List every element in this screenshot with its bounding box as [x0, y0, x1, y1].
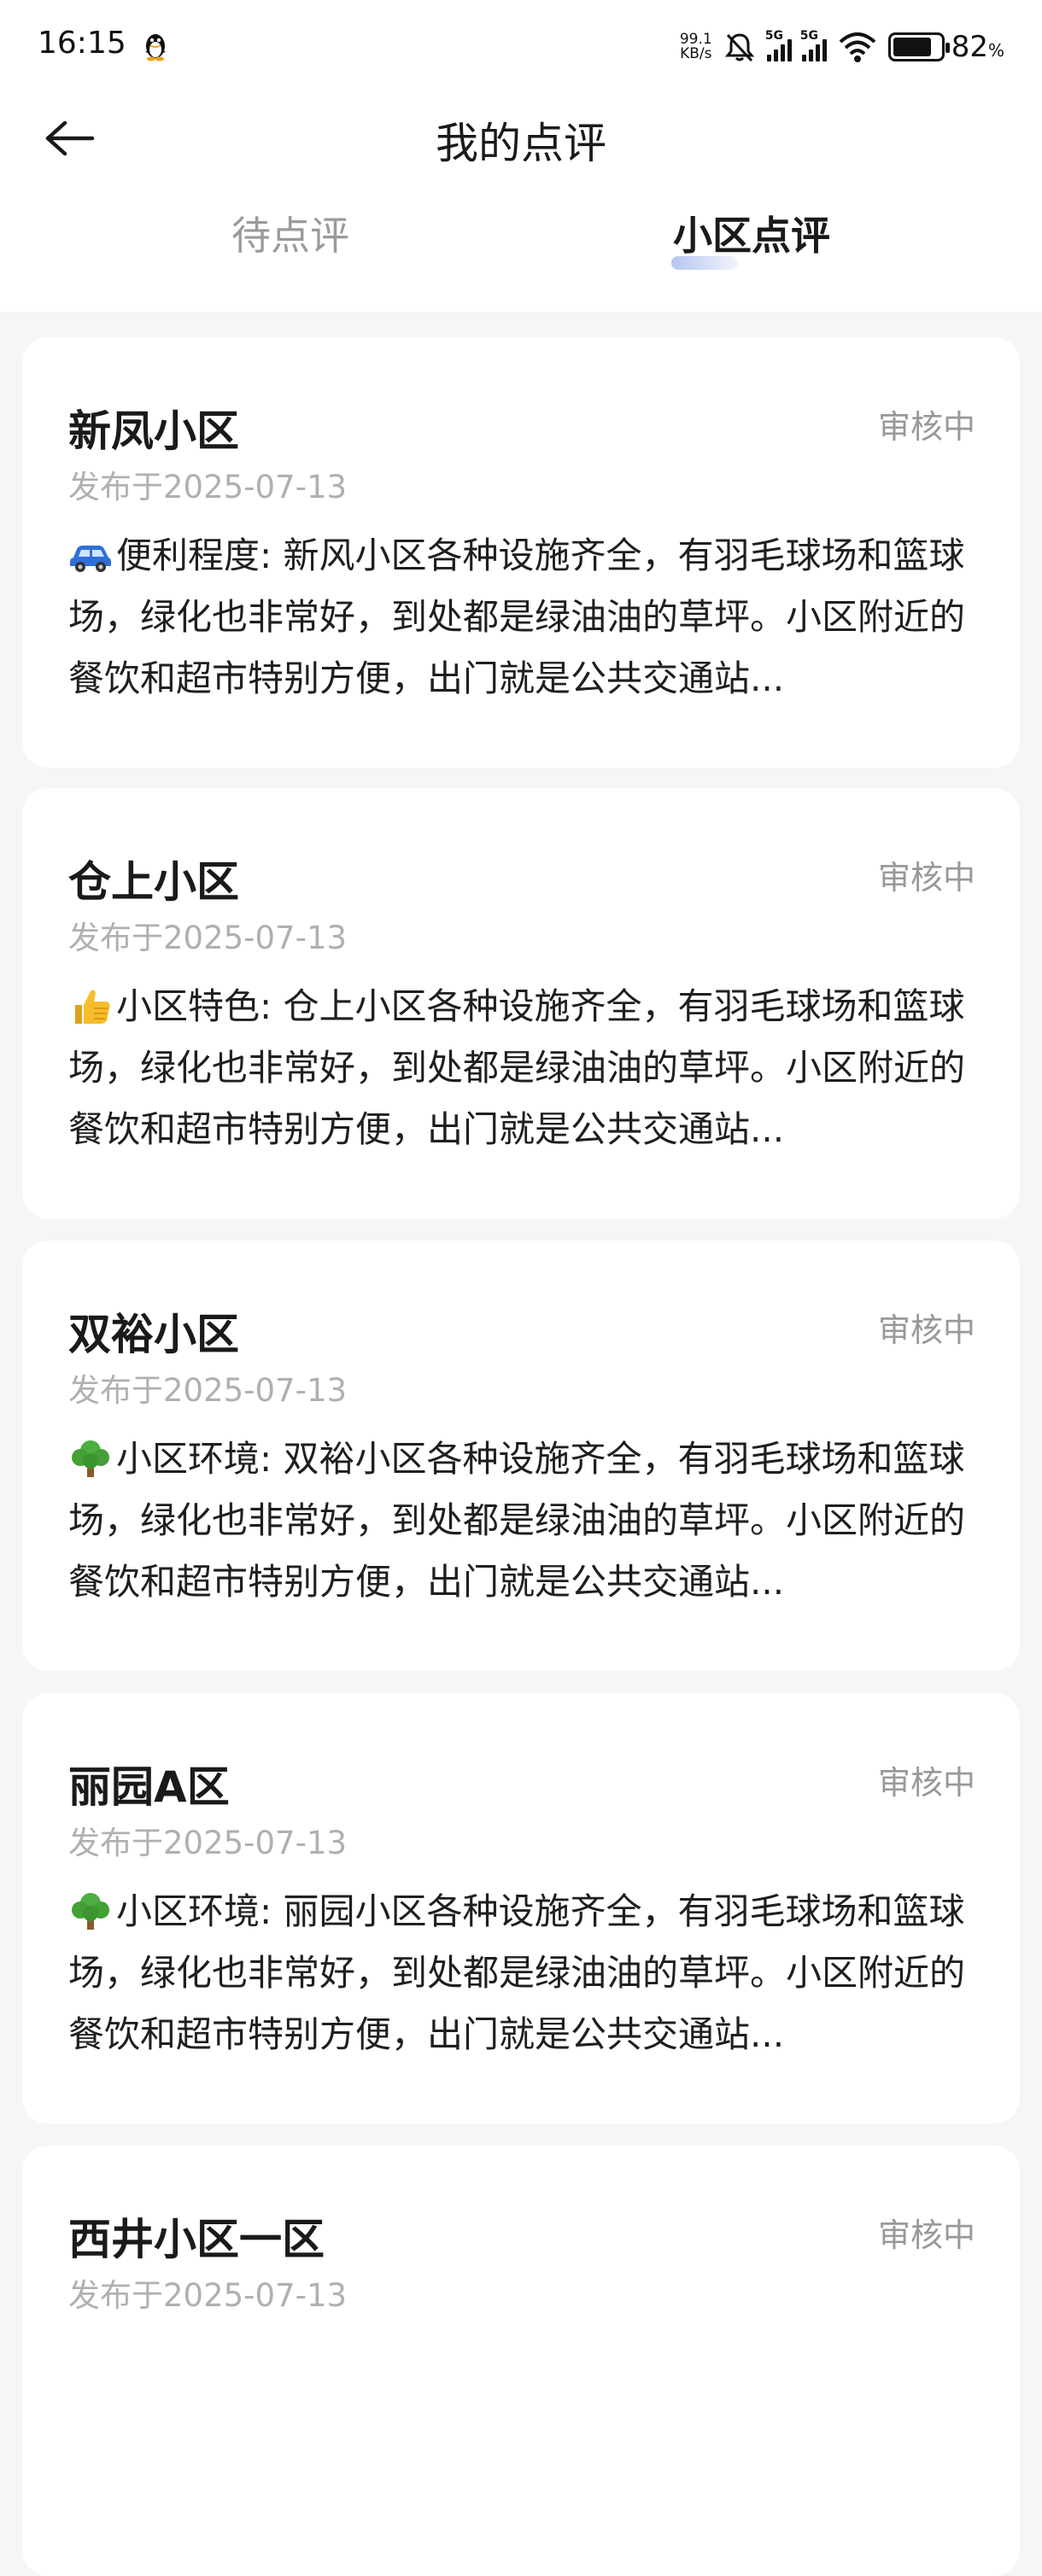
tree-icon [72, 1440, 109, 1477]
review-status: 审核中 [877, 408, 975, 446]
bell-muted-icon [724, 33, 754, 62]
review-card[interactable]: 西井小区一区 审核中 发布于2025-07-13 [22, 2146, 1020, 2576]
signal2-label: 5G [799, 29, 818, 43]
review-status: 审核中 [877, 2217, 975, 2254]
review-text: 小区环境: 双裕小区各种设施齐全，有羽毛球场和篮球场，绿化也非常好，到处都是绿油… [68, 1438, 966, 1603]
review-text: 小区特色: 仓上小区各种设施齐全，有羽毛球场和篮球场，绿化也非常好，到处都是绿油… [68, 985, 966, 1150]
review-status: 审核中 [877, 1764, 975, 1802]
review-text: 小区环境: 丽园小区各种设施齐全，有羽毛球场和篮球场，绿化也非常好，到处都是绿油… [68, 1890, 966, 2055]
qq-penguin-icon [145, 34, 166, 61]
review-status: 审核中 [877, 1311, 975, 1349]
review-card[interactable]: 丽园A区 审核中 发布于2025-07-13 小区环境: 丽园小区各种设施齐全，… [22, 1693, 1020, 2123]
battery-icon [887, 32, 950, 61]
status-icons: 99.1 KB/s 5G 5G 82% [680, 26, 1004, 68]
navigation-bar: 我的点评 [0, 94, 1042, 179]
publish-date: 发布于2025-07-13 [68, 469, 348, 505]
publish-date: 发布于2025-07-13 [68, 920, 348, 956]
community-name: 双裕小区 [68, 1310, 239, 1359]
community-name: 仓上小区 [68, 857, 239, 907]
review-text: 便利程度: 新风小区各种设施齐全，有羽毛球场和篮球场，绿化也非常好，到处都是绿油… [68, 534, 966, 699]
network-speed: 99.1 KB/s [680, 32, 712, 61]
thumbs-up-icon [75, 990, 110, 1024]
battery-fill [893, 38, 931, 56]
battery-percent: 82% [951, 30, 1004, 64]
car-icon [70, 546, 111, 572]
publish-date: 发布于2025-07-13 [68, 1372, 348, 1409]
page-title: 我的点评 [436, 119, 606, 168]
review-card[interactable]: 仓上小区 审核中 发布于2025-07-13 小区特色: 仓上小区各种设施齐全，… [22, 788, 1020, 1218]
publish-date: 发布于2025-07-13 [68, 2277, 348, 2314]
tab-community-review[interactable]: 小区点评 [658, 205, 846, 261]
cellular-signal-1-icon: 5G [764, 29, 792, 61]
signal1-label: 5G [764, 29, 783, 43]
cellular-signal-2-icon: 5G [799, 29, 827, 61]
status-time: 16:15 [38, 26, 126, 61]
tree-icon [72, 1893, 109, 1930]
review-status: 审核中 [877, 859, 975, 897]
status-bar: 16:15 99.1 KB/s 5G 5G 82% [0, 0, 1042, 94]
publish-date: 发布于2025-07-13 [68, 1825, 348, 1861]
tab-pending-review[interactable]: 待点评 [196, 205, 384, 261]
top-area: 16:15 99.1 KB/s 5G 5G 82% 我的点评 待点评 小区点评 [0, 0, 1042, 312]
battery-indicator: 82% [887, 30, 1004, 64]
community-name: 新凤小区 [68, 406, 239, 456]
review-card[interactable]: 双裕小区 审核中 发布于2025-07-13 小区环境: 双裕小区各种设施齐全，… [22, 1241, 1020, 1671]
wifi-icon [839, 32, 876, 62]
community-name: 丽园A区 [68, 1762, 230, 1812]
review-card[interactable]: 新凤小区 审核中 发布于2025-07-13 便利程度: 新风小区各种设施齐全，… [22, 337, 1020, 768]
community-name: 西井小区一区 [68, 2215, 325, 2264]
net-speed-unit: KB/s [680, 45, 712, 62]
tab-bar: 待点评 小区点评 [0, 205, 1042, 290]
